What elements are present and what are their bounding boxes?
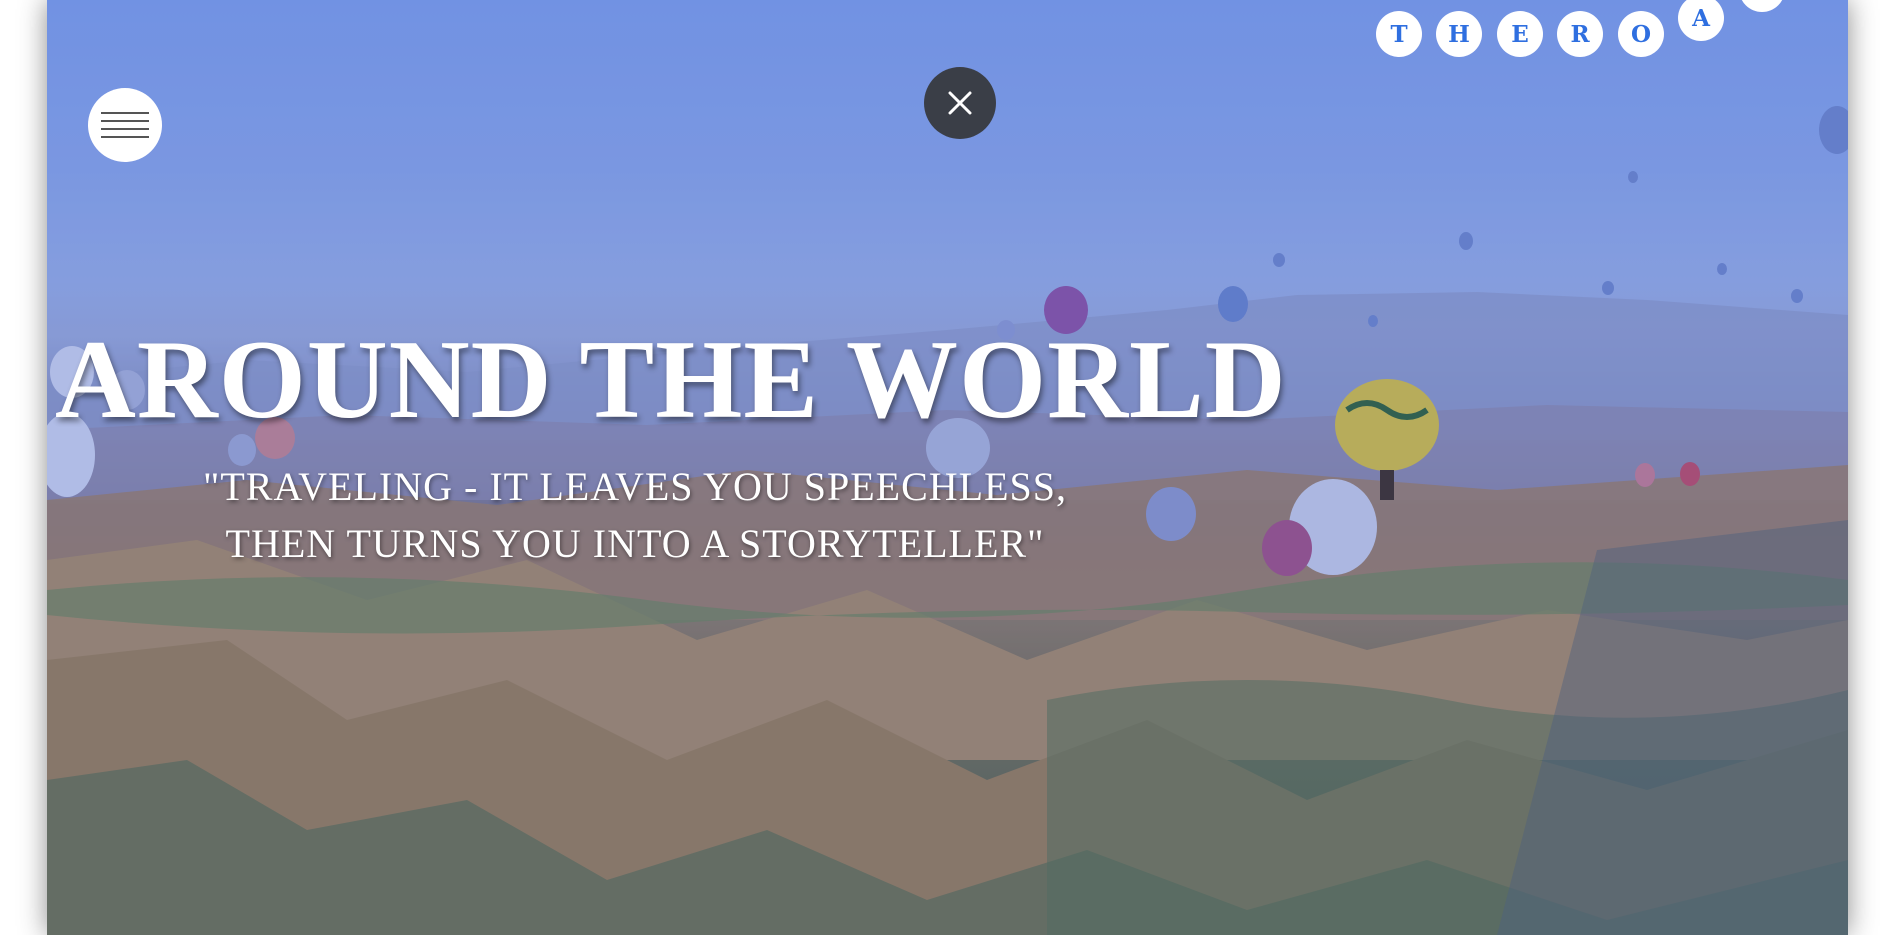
hero-title: AROUND THE WORLD (55, 318, 1287, 442)
close-icon (948, 91, 972, 115)
hero-section: T H E R O A AROUND THE WORLD "TRAVELING … (47, 0, 1848, 935)
logo-letter-h[interactable]: H (1436, 11, 1482, 57)
logo-letter-a[interactable]: A (1678, 0, 1724, 41)
hero-quote-line-2: THEN TURNS YOU INTO A STORYTELLER" (225, 521, 1045, 566)
logo-letters: T H E R O A (47, 0, 1848, 80)
menu-button[interactable] (88, 88, 162, 162)
hero-quote-line-1: "TRAVELING - IT LEAVES YOU SPEECHLESS, (203, 464, 1067, 509)
logo-letter-partial[interactable] (1739, 0, 1785, 12)
logo-letter-t[interactable]: T (1376, 11, 1422, 57)
logo-letter-e[interactable]: E (1497, 11, 1543, 57)
hero-quote: "TRAVELING - IT LEAVES YOU SPEECHLESS, T… (135, 458, 1135, 572)
logo-letter-o[interactable]: O (1618, 11, 1664, 57)
logo-letter-r[interactable]: R (1557, 11, 1603, 57)
hamburger-icon (101, 112, 149, 138)
